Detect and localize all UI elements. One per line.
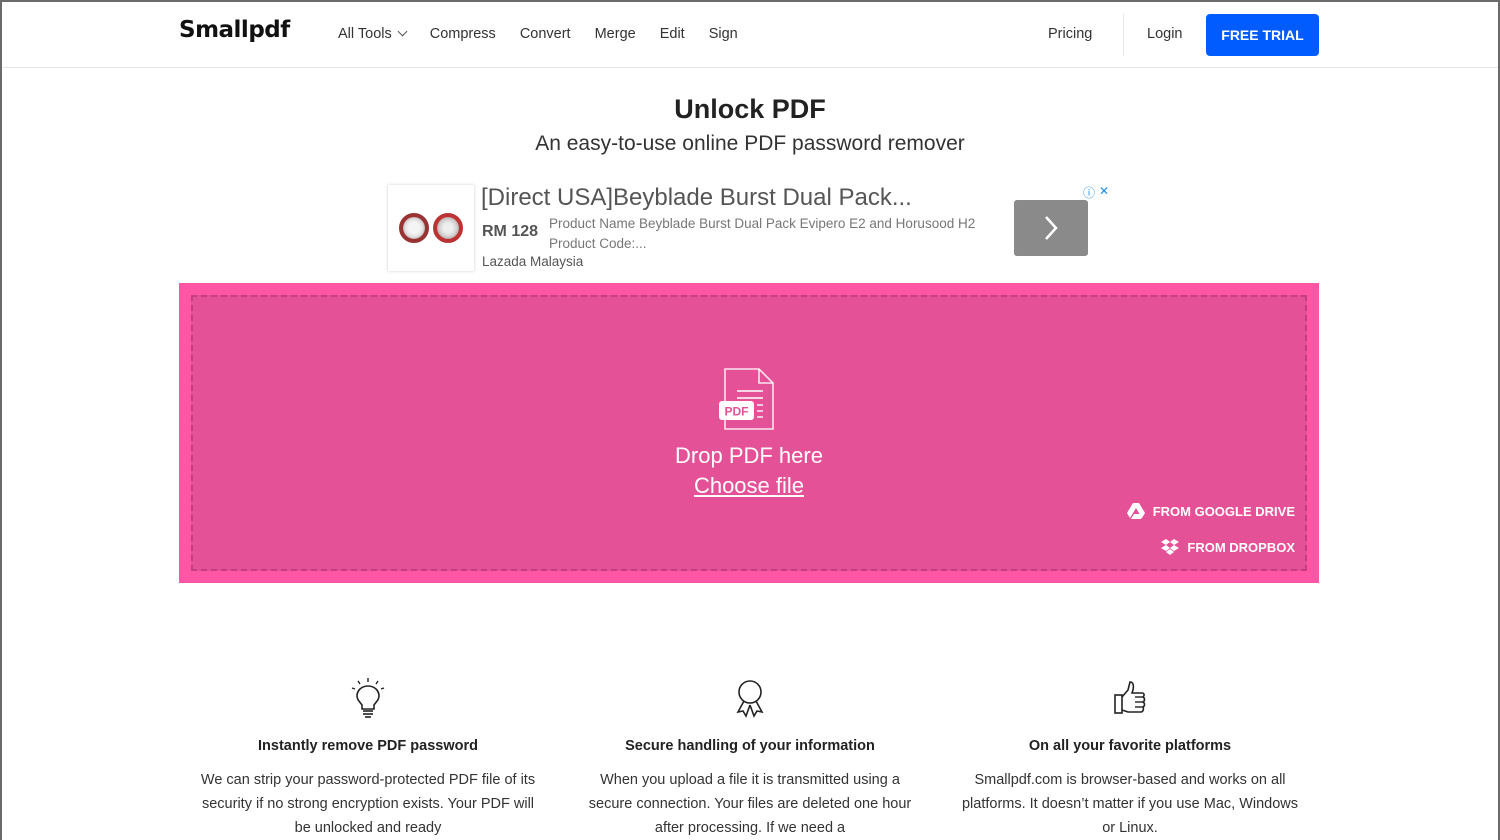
top-navigation-bar: Smallpdf All Tools Compress Convert Merg… <box>2 2 1498 68</box>
main-nav: All Tools Compress Convert Merge Edit Si… <box>338 26 762 42</box>
beyblade-image <box>433 213 463 243</box>
feature-text: Smallpdf.com is browser-based and works … <box>961 772 1299 836</box>
ad-controls: ⓘ ✕ <box>1083 184 1109 201</box>
drop-pdf-text: Drop PDF here <box>675 443 823 468</box>
google-drive-icon <box>1126 503 1145 519</box>
google-drive-label: FROM GOOGLE DRIVE <box>1152 503 1295 519</box>
nav-all-tools-label: All Tools <box>338 26 392 42</box>
ad-next-button[interactable] <box>1014 200 1088 256</box>
feature-title: Instantly remove PDF password <box>258 738 478 754</box>
ad-product-image[interactable] <box>388 185 474 271</box>
feature-card: Instantly remove PDF password We can str… <box>198 678 538 840</box>
ad-price: RM 128 <box>482 223 539 240</box>
from-dropbox-button[interactable]: FROM DROPBOX <box>1161 539 1295 555</box>
pricing-link[interactable]: Pricing <box>1048 26 1092 42</box>
nav-merge[interactable]: Merge <box>595 26 636 42</box>
advertisement-banner[interactable]: [Direct USA]Beyblade Burst Dual Pack... … <box>386 182 1116 274</box>
dropbox-icon <box>1161 539 1180 555</box>
nav-convert[interactable]: Convert <box>520 26 571 42</box>
nav-all-tools[interactable]: All Tools <box>338 26 408 42</box>
chevron-right-icon <box>1045 216 1058 240</box>
smallpdf-logo[interactable]: Smallpdf <box>179 17 290 43</box>
dropbox-label: FROM DROPBOX <box>1187 539 1295 555</box>
feature-title: Secure handling of your information <box>625 738 875 754</box>
from-google-drive-button[interactable]: FROM GOOGLE DRIVE <box>1126 503 1295 519</box>
page-subtitle: An easy-to-use online PDF password remov… <box>535 132 965 155</box>
nav-sign[interactable]: Sign <box>709 26 738 42</box>
ad-seller: Lazada Malaysia <box>482 254 584 269</box>
feature-text: We can strip your password-protected PDF… <box>200 772 536 836</box>
thumbs-up-icon <box>1114 681 1146 714</box>
pdf-icon-label: PDF <box>725 405 749 419</box>
feature-text: When you upload a file it is transmitted… <box>588 772 912 836</box>
feature-card: On all your favorite platforms Smallpdf.… <box>960 678 1300 840</box>
nav-compress[interactable]: Compress <box>430 26 496 42</box>
chevron-down-icon <box>397 26 408 37</box>
page-title: Unlock PDF <box>674 94 826 124</box>
nav-divider <box>1123 14 1124 56</box>
feature-title: On all your favorite platforms <box>1028 738 1232 754</box>
award-ribbon-icon <box>736 680 764 718</box>
beyblade-image <box>399 213 429 243</box>
login-link[interactable]: Login <box>1147 26 1182 42</box>
ad-description: Product Name Beyblade Burst Dual Pack Ev… <box>549 216 976 251</box>
ad-title[interactable]: [Direct USA]Beyblade Burst Dual Pack... <box>481 184 912 212</box>
nav-edit[interactable]: Edit <box>660 26 685 42</box>
ad-close-icon[interactable]: ✕ <box>1099 184 1109 201</box>
file-dropzone[interactable]: PDF Drop PDF here Choose file FROM GOOGL… <box>179 283 1319 583</box>
feature-card: Secure handling of your information When… <box>580 678 920 840</box>
pdf-file-icon: PDF <box>719 368 774 430</box>
dropzone-inner[interactable]: PDF Drop PDF here Choose file FROM GOOGL… <box>191 295 1307 571</box>
ad-info-icon[interactable]: ⓘ <box>1083 184 1095 201</box>
lightbulb-icon <box>351 678 385 718</box>
free-trial-button[interactable]: FREE TRIAL <box>1206 14 1319 56</box>
choose-file-link[interactable]: Choose file <box>694 473 804 498</box>
choose-file-wrapper: Choose file <box>193 473 1305 499</box>
